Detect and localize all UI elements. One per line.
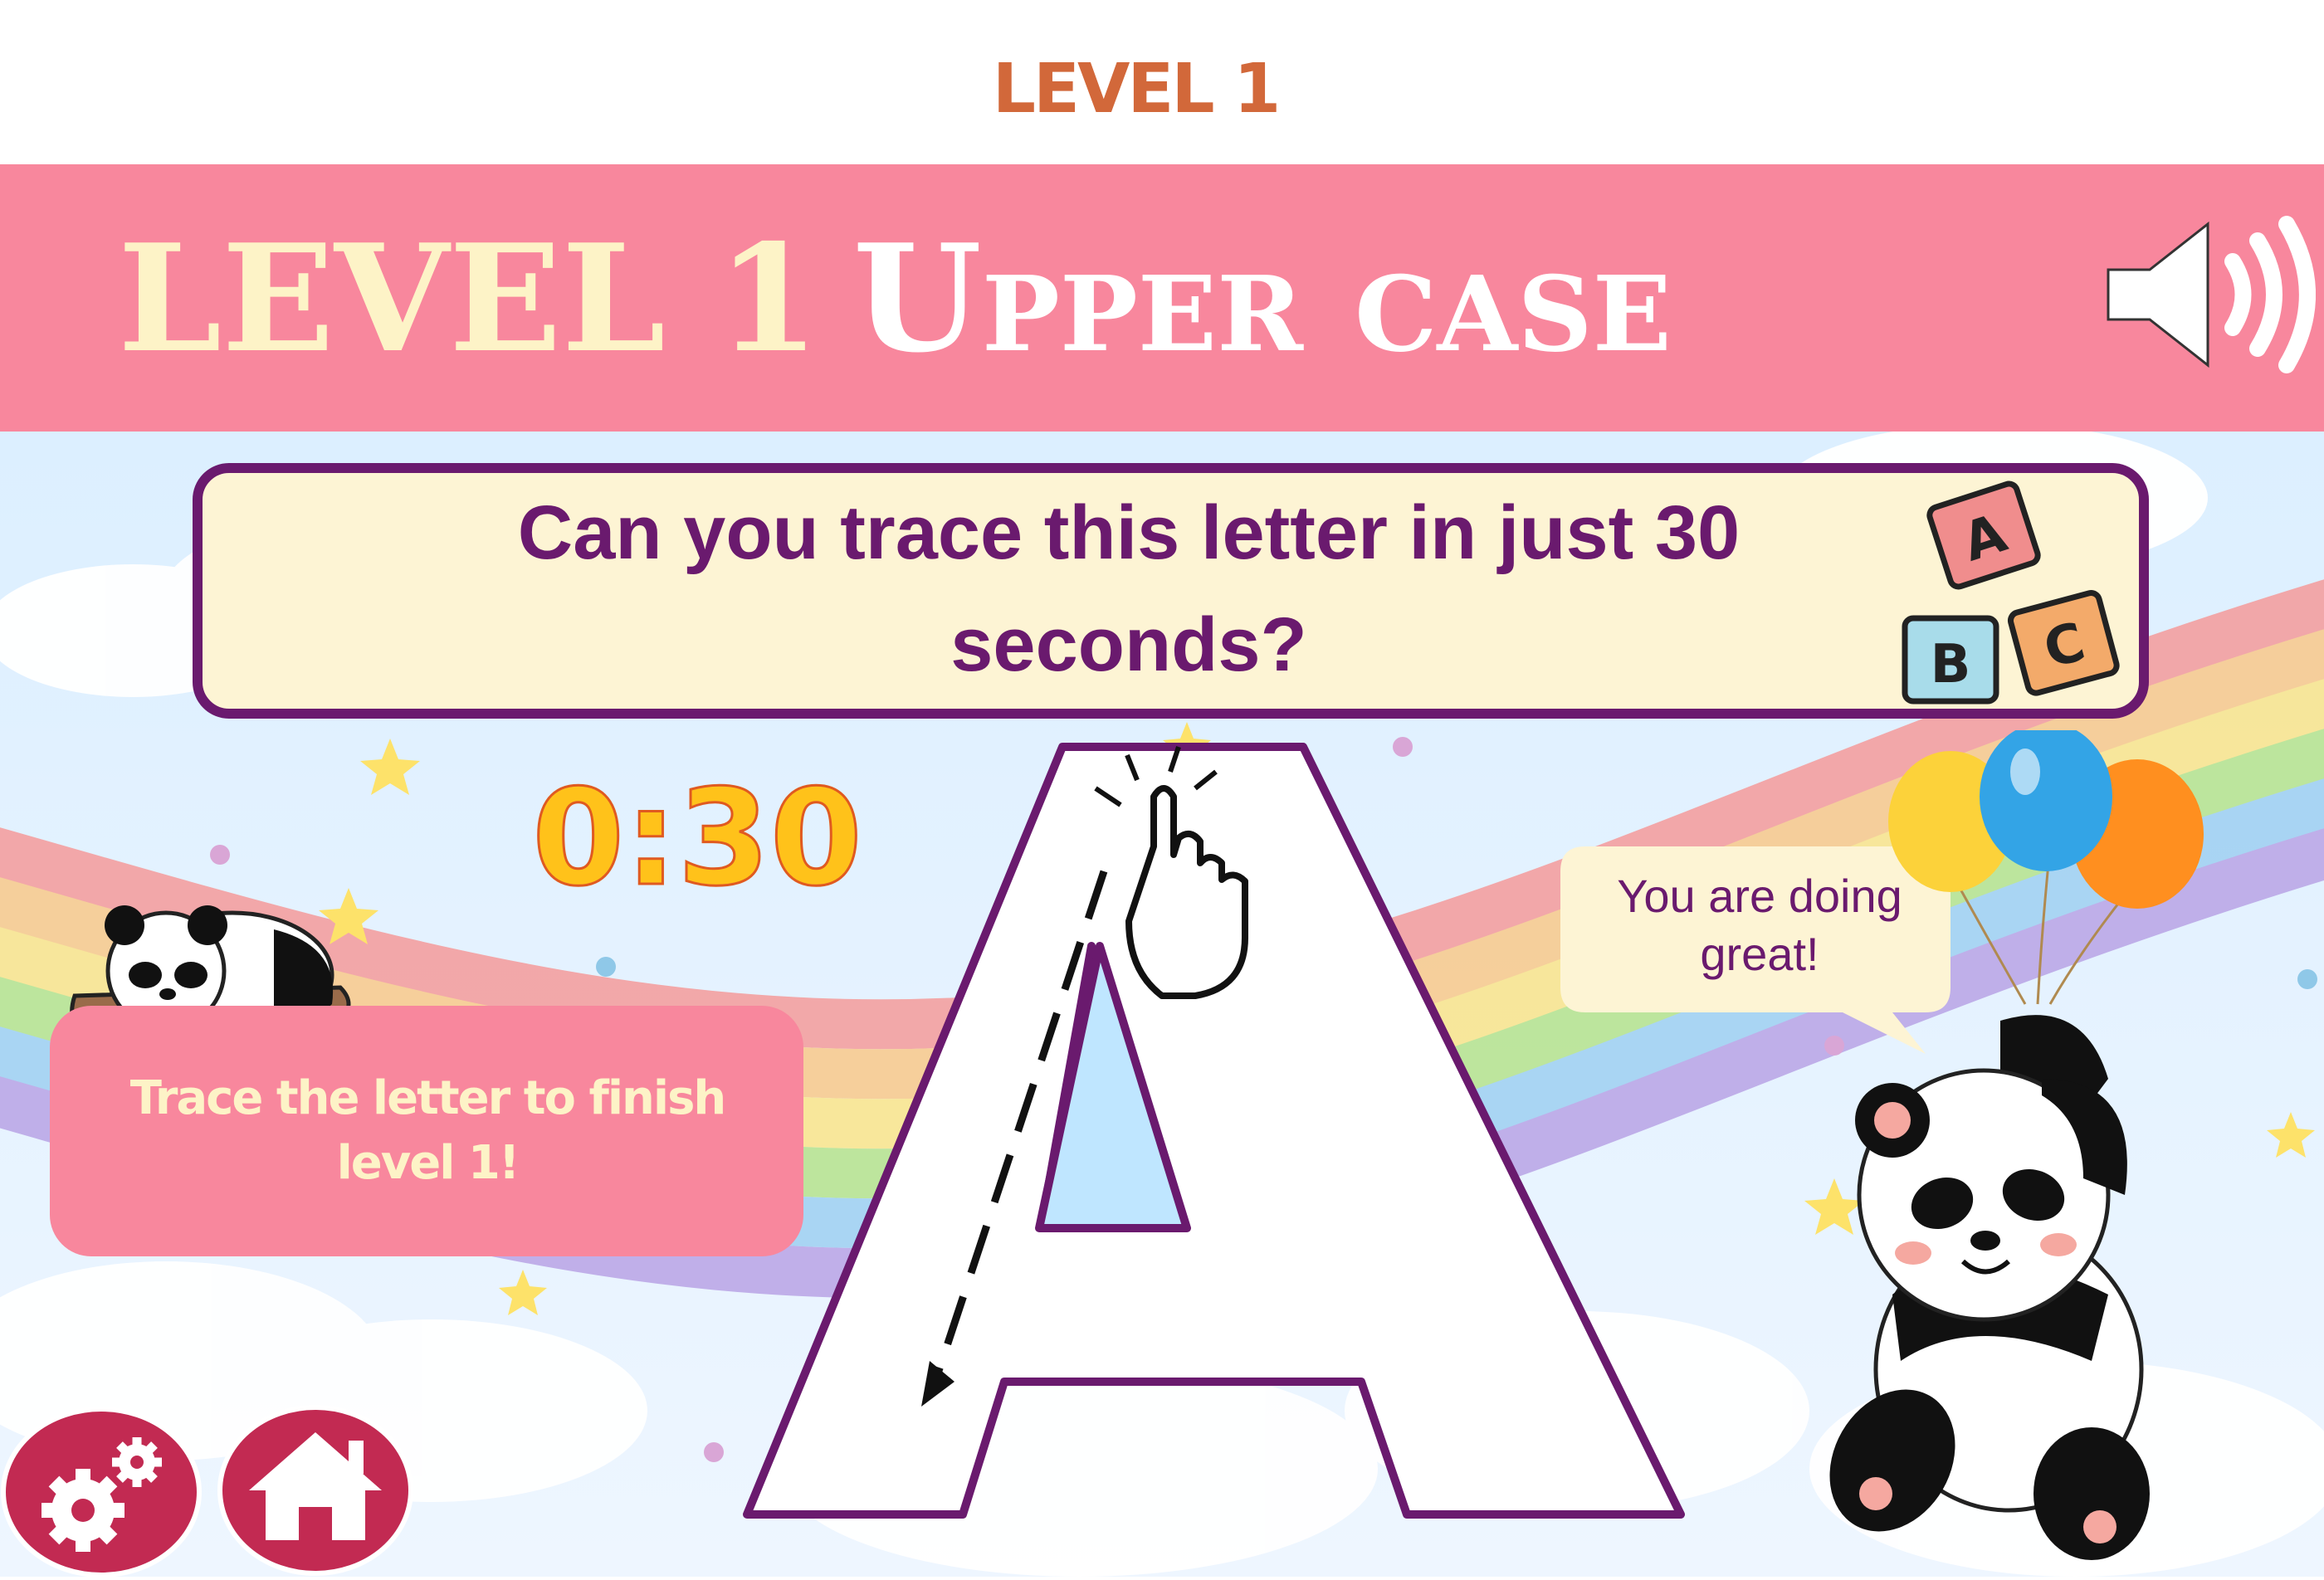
letter-trace-canvas[interactable] xyxy=(730,730,1693,1527)
question-text: Can you trace this letter in just 30 sec… xyxy=(517,490,1741,687)
level-title-number: LEVEL 1 xyxy=(118,212,820,385)
abc-blocks-icon: A B C xyxy=(1902,480,2120,705)
block-b-letter: B xyxy=(1931,634,1971,695)
panda-balloons-icon xyxy=(1829,730,2204,1560)
level-title: LEVEL 1 Upper case xyxy=(118,207,1672,390)
hint-text: Trace the letter to finish level 1! xyxy=(129,1071,727,1190)
level-label: LEVEL 1 xyxy=(992,50,1282,129)
settings-button[interactable] xyxy=(0,1402,208,1578)
speaker-volume-icon[interactable] xyxy=(2100,212,2316,378)
level-title-mode: Upper case xyxy=(852,212,1672,385)
home-button[interactable] xyxy=(216,1399,419,1577)
